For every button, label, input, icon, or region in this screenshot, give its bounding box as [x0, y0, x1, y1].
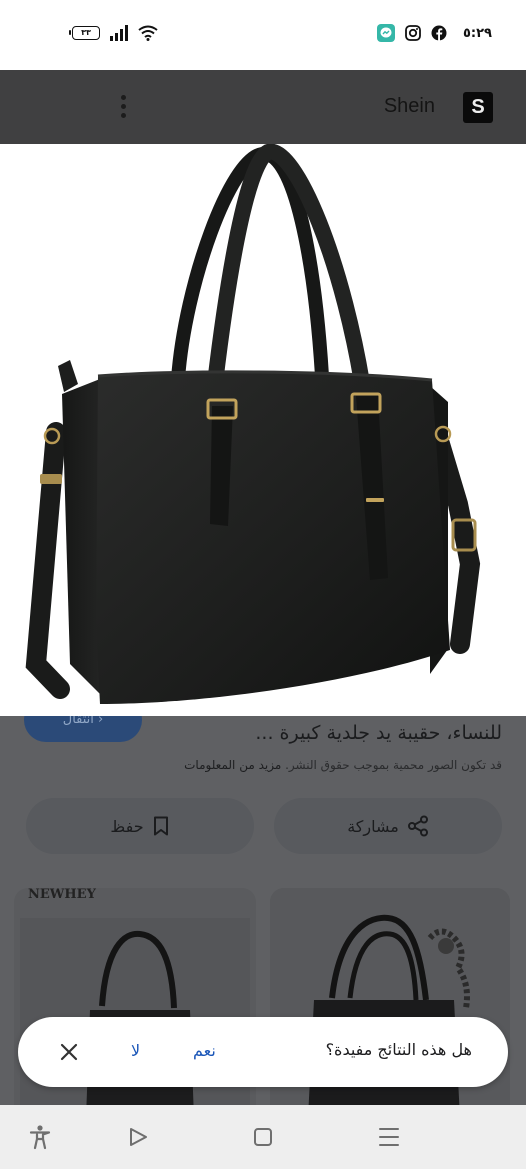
save-button[interactable]: حفظ [26, 798, 254, 854]
feedback-no-button[interactable]: لا [131, 1041, 140, 1060]
product-image[interactable] [0, 144, 526, 716]
more-options-icon[interactable] [116, 93, 130, 123]
battery-level: ٣٣ [81, 28, 91, 37]
messenger-icon [376, 24, 395, 42]
learn-more-link[interactable]: مزيد من المعلومات [184, 758, 281, 772]
home-icon[interactable] [249, 1123, 277, 1151]
save-label: حفظ [110, 816, 144, 836]
close-icon[interactable] [58, 1041, 80, 1063]
feedback-banner: هل هذه النتائج مفيدة؟ نعم لا [18, 1017, 508, 1087]
signal-icon [110, 25, 128, 41]
strap-buckle-left [40, 474, 62, 484]
accessibility-icon[interactable] [26, 1123, 54, 1151]
system-navigation-bar [0, 1105, 526, 1169]
battery-icon: ٣٣ [69, 26, 100, 40]
facebook-icon [431, 25, 447, 41]
source-site-logo[interactable]: S [463, 92, 493, 123]
visit-label: انتقال [62, 716, 94, 727]
copyright-notice: قد تكون الصور محمية بموجب حقوق النشر. مز… [184, 758, 502, 772]
status-left: ٣٣ [69, 25, 158, 41]
clock: ٥:٢٩ [462, 25, 492, 41]
wifi-icon [138, 25, 158, 41]
play-icon[interactable] [124, 1123, 152, 1151]
related-brand-caption: NEWHEY [28, 888, 96, 902]
status-right: ٥:٢٩ [376, 24, 492, 42]
tote-bag-image [25, 144, 481, 704]
bookmark-icon [153, 816, 168, 836]
share-button[interactable]: مشاركة [274, 798, 502, 854]
share-label: مشاركة [347, 816, 399, 836]
copyright-text: قد تكون الصور محمية بموجب حقوق النشر. [285, 758, 502, 772]
recent-apps-icon[interactable] [375, 1123, 403, 1151]
image-viewer-header: Shein S [0, 70, 526, 144]
feedback-yes-button[interactable]: نعم [193, 1041, 216, 1060]
result-title[interactable]: للنساء، حقيبة يد جلدية كبيرة ... [102, 720, 502, 747]
source-site-title[interactable]: Shein [384, 95, 435, 118]
status-bar: ٣٣ ٥:٢٩ [0, 0, 526, 70]
instagram-icon [405, 25, 421, 41]
feedback-question: هل هذه النتائج مفيدة؟ [325, 1040, 472, 1059]
share-icon [407, 815, 428, 837]
